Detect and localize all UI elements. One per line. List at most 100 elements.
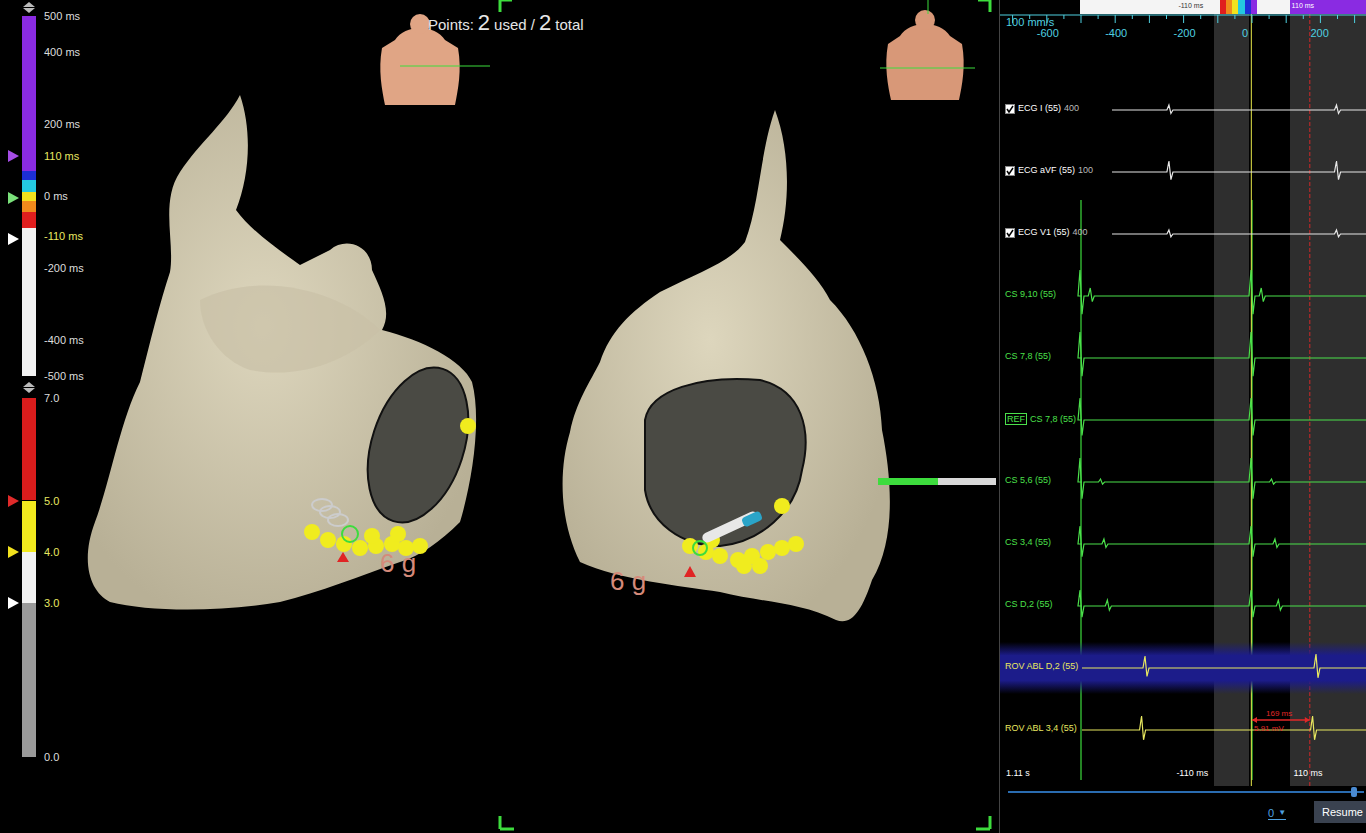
lat-scale-label: 500 ms — [44, 10, 80, 22]
catheter-icon[interactable] — [312, 499, 358, 542]
contact-force-label: 6 g — [610, 566, 646, 596]
lat-scale-label: -110 ms — [44, 230, 83, 242]
signal-channel[interactable]: ECG aVF (55)100 — [1000, 141, 1366, 203]
window-right-label: 110 ms — [1292, 2, 1314, 10]
footer-right-window: 110 ms — [1294, 768, 1323, 778]
carto-screen: 6 g6 g500 ms400 ms200 ms110 ms0 ms-110 m… — [0, 0, 1366, 833]
scale-arrows-icon[interactable] — [22, 2, 36, 14]
color-scales: 500 ms400 ms200 ms110 ms0 ms-110 ms-200 … — [0, 0, 120, 833]
force-marker-icon[interactable] — [8, 546, 20, 558]
channel-checkbox[interactable] — [1005, 104, 1015, 114]
force-color-band — [22, 501, 36, 552]
ruler-tick-label: -400 — [1105, 27, 1127, 39]
lat-scale-label: 400 ms — [44, 46, 80, 58]
lat-color-band — [22, 180, 36, 193]
resume-button[interactable]: Resume — [1314, 801, 1366, 823]
time-ruler — [1000, 14, 1366, 28]
lat-scale-label: 0 ms — [44, 190, 68, 202]
signal-channel[interactable]: CS 9,10 (55) — [1000, 265, 1366, 327]
heart-right-view[interactable]: 6 g — [563, 110, 996, 621]
lat-marker-icon[interactable] — [8, 192, 20, 204]
signal-footer: 1.11 s -110 ms 110 ms 0▼ Resume — [1000, 761, 1366, 833]
channel-label[interactable]: ECG I (55)400 — [1005, 103, 1079, 114]
signal-header: -110 ms110 ms100 mm/s-600-400-2000200 — [1000, 0, 1366, 79]
scale-arrows-icon[interactable] — [22, 382, 36, 394]
ruler-tick-label: -200 — [1174, 27, 1196, 39]
channel-label[interactable]: CS 7,8 (55) — [1005, 351, 1051, 362]
force-direction-icon — [337, 552, 349, 562]
force-marker-icon[interactable] — [8, 495, 20, 507]
force-scale-label: 3.0 — [44, 597, 59, 609]
offset-dropdown[interactable]: 0▼ — [1268, 807, 1286, 820]
signal-trace — [1000, 327, 1366, 389]
channel-checkbox[interactable] — [1005, 228, 1015, 238]
signal-channel[interactable]: ROV ABL 3,4 (55) 169 ms 5.91 mV — [1000, 699, 1366, 761]
buffer-duration: 1.11 s — [1006, 768, 1030, 778]
channel-gain: 100 — [1078, 165, 1093, 176]
channel-label[interactable]: CS D,2 (55) — [1005, 599, 1053, 610]
lat-color-band — [22, 228, 36, 376]
channel-label[interactable]: CS 3,4 (55) — [1005, 537, 1051, 548]
lat-color-band — [22, 171, 36, 180]
channel-label[interactable]: ECG aVF (55)100 — [1005, 165, 1093, 176]
lat-color-band — [22, 212, 36, 228]
window-left-label: -110 ms — [1178, 2, 1203, 10]
ruler-tick-label: 0 — [1242, 27, 1248, 39]
channel-gain: 400 — [1064, 103, 1079, 114]
timeline-slider[interactable] — [1008, 791, 1364, 793]
force-marker-icon[interactable] — [8, 597, 20, 609]
ruler-tick-label: -600 — [1037, 27, 1059, 39]
signal-channel[interactable]: CS 5,6 (55) — [1000, 451, 1366, 513]
channel-label[interactable]: ROV ABL D,2 (55) — [1005, 661, 1078, 672]
channel-label[interactable]: CS 9,10 (55) — [1005, 289, 1056, 300]
channel-list: ECG I (55)400 ECG aVF (55)100 ECG V1 (55)4… — [1000, 79, 1366, 761]
lat-color-band — [22, 16, 36, 171]
channel-label[interactable]: REFCS 7,8 (55) — [1005, 413, 1076, 425]
points-counter: Points:2used /2total — [428, 12, 584, 37]
force-color-band — [22, 552, 36, 603]
window-bar-colors — [1220, 0, 1258, 14]
signal-channel[interactable]: CS 7,8 (55) — [1000, 327, 1366, 389]
catheter-icon[interactable] — [693, 510, 763, 555]
signal-panel[interactable]: -110 ms110 ms100 mm/s-600-400-2000200ECG… — [1000, 0, 1366, 833]
force-scale-label: 4.0 — [44, 546, 59, 558]
torso-orientation-icon[interactable] — [380, 14, 490, 105]
reference-badge: REF — [1005, 413, 1027, 425]
signal-trace — [1000, 451, 1366, 513]
footer-left-window: -110 ms — [1176, 768, 1208, 778]
signal-channel[interactable]: CS D,2 (55) — [1000, 575, 1366, 637]
channel-gain: 400 — [1073, 227, 1088, 238]
channel-checkbox[interactable] — [1005, 166, 1015, 176]
channel-label[interactable]: ROV ABL 3,4 (55) — [1005, 723, 1077, 734]
check-icon — [1006, 105, 1014, 113]
channel-label[interactable]: ECG V1 (55)400 — [1005, 227, 1088, 238]
lat-marker-icon[interactable] — [8, 150, 20, 162]
signal-channel[interactable]: ROV ABL D,2 (55) — [1000, 637, 1366, 699]
sweep-speed[interactable]: 100 mm/s — [1006, 16, 1054, 28]
force-scale-label: 0.0 — [44, 751, 59, 763]
force-scale-label: 7.0 — [44, 392, 59, 404]
heart-left-view[interactable]: 6 g — [88, 95, 487, 610]
lat-scale-label: -400 ms — [44, 334, 84, 346]
signal-channel[interactable]: CS 3,4 (55) — [1000, 513, 1366, 575]
check-icon — [1006, 167, 1014, 175]
signal-channel[interactable]: REFCS 7,8 (55) — [1000, 389, 1366, 451]
contact-force-label: 6 g — [380, 548, 416, 578]
lat-scale-label: 110 ms — [44, 150, 79, 162]
lat-color-band — [22, 192, 36, 201]
measure-voltage: 5.91 mV — [1254, 724, 1284, 733]
lat-marker-icon[interactable] — [8, 233, 20, 245]
measure-interval: 169 ms — [1266, 709, 1292, 718]
signal-channel[interactable]: ECG I (55)400 — [1000, 79, 1366, 141]
channel-label[interactable]: CS 5,6 (55) — [1005, 475, 1051, 486]
force-scale-label: 5.0 — [44, 495, 59, 507]
anatomy-map[interactable]: 6 g 6 g — [0, 0, 1000, 833]
map-view[interactable]: 6 g6 g500 ms400 ms200 ms110 ms0 ms-110 m… — [0, 0, 1000, 833]
signal-channel[interactable]: ECG V1 (55)400 — [1000, 203, 1366, 265]
slider-knob[interactable] — [1351, 787, 1357, 797]
signal-trace — [1000, 513, 1366, 575]
signal-trace — [1000, 575, 1366, 637]
torso-orientation-icon[interactable] — [880, 0, 975, 100]
force-color-band — [22, 398, 36, 501]
check-icon — [1006, 229, 1014, 237]
